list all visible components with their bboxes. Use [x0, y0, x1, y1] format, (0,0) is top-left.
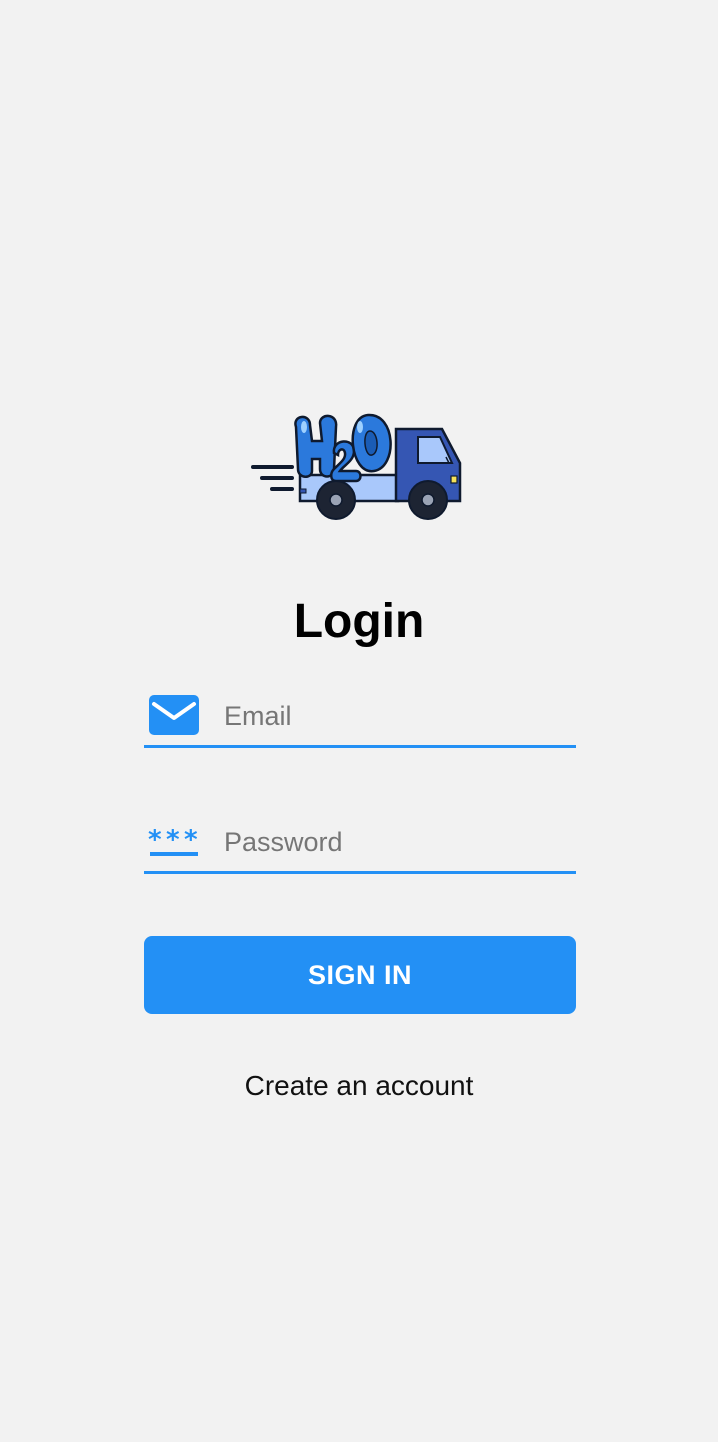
password-field[interactable]: * * * — [144, 814, 576, 874]
svg-text:*: * — [184, 825, 198, 855]
password-icon: * * * — [148, 824, 200, 866]
svg-text:*: * — [166, 825, 180, 855]
password-input[interactable] — [224, 820, 564, 864]
app-logo — [250, 405, 465, 525]
email-input[interactable] — [224, 694, 564, 738]
page-title: Login — [293, 595, 425, 648]
delivery-truck-icon — [251, 413, 462, 520]
svg-text:*: * — [148, 825, 162, 855]
sign-in-button[interactable]: SIGN IN — [144, 936, 576, 1014]
mail-icon — [148, 694, 200, 736]
email-field[interactable] — [144, 688, 576, 748]
create-account-link[interactable]: Create an account — [0, 1066, 718, 1106]
